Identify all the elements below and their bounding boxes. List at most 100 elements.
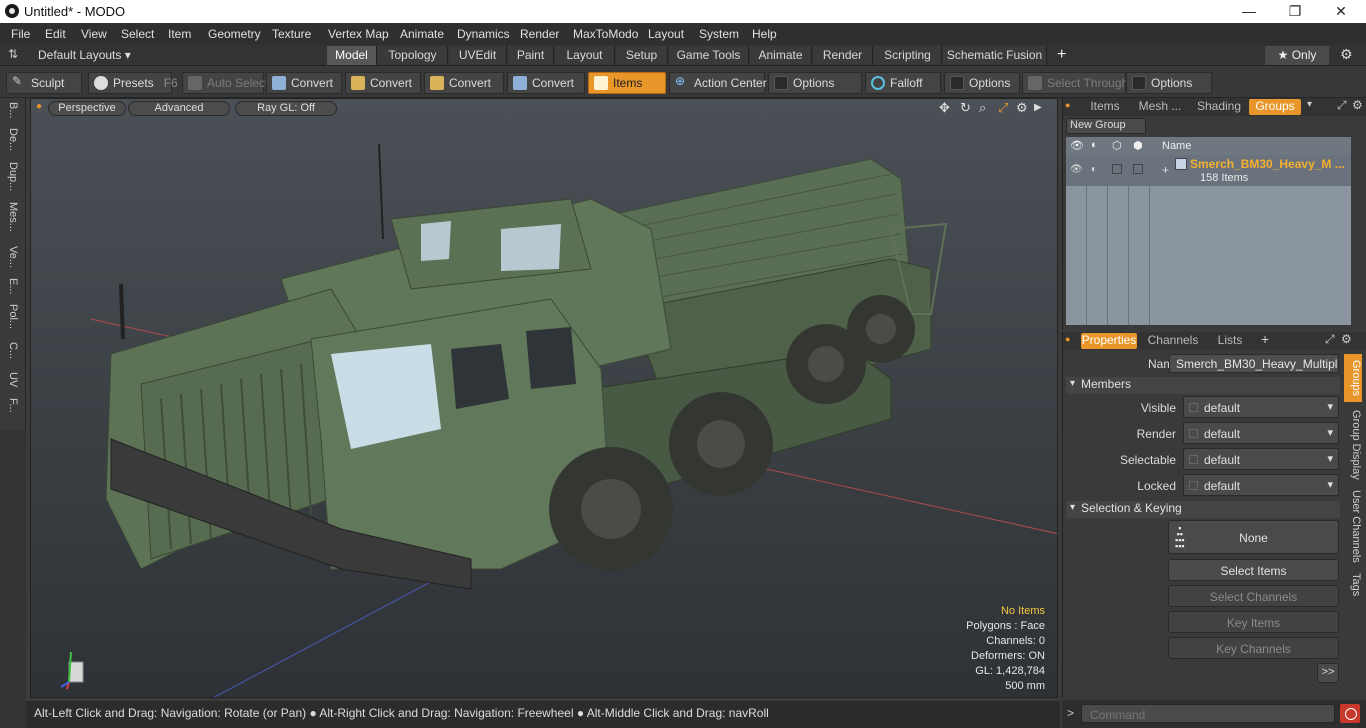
- tab-paint[interactable]: Paint: [508, 46, 554, 65]
- members-section-header[interactable]: Members: [1066, 377, 1340, 394]
- convert-button-3[interactable]: Convert: [424, 72, 504, 94]
- menu-texture[interactable]: Texture: [272, 27, 311, 41]
- menu-edit[interactable]: Edit: [45, 27, 66, 41]
- menu-select[interactable]: Select: [121, 27, 154, 41]
- tab-lists[interactable]: Lists: [1205, 333, 1255, 349]
- zoom-icon[interactable]: ⌕: [979, 100, 986, 116]
- panel-gear-icon[interactable]: ⚙: [1352, 98, 1363, 112]
- viewport-menu-icon[interactable]: ●: [36, 101, 42, 112]
- falloff-button[interactable]: Falloff: [865, 72, 941, 94]
- left-tab-curve[interactable]: C...: [5, 342, 19, 359]
- convert-button-1[interactable]: Convert: [266, 72, 342, 94]
- vtab-tags[interactable]: Tags: [1344, 570, 1362, 600]
- tab-dropdown-icon[interactable]: ▾: [1307, 99, 1312, 110]
- add-tab-icon[interactable]: +: [1261, 331, 1269, 347]
- selection-keying-section-header[interactable]: Selection & Keying: [1066, 501, 1340, 518]
- tab-groups[interactable]: Groups: [1249, 99, 1301, 115]
- 3d-viewport[interactable]: ● Perspective Advanced Ray GL: Off ✥ ↻ ⌕…: [30, 98, 1058, 698]
- panel-menu-icon[interactable]: ●: [1065, 100, 1070, 110]
- menu-item[interactable]: Item: [168, 27, 191, 41]
- tab-channels[interactable]: Channels: [1145, 333, 1201, 349]
- tab-items[interactable]: Items: [1083, 99, 1127, 115]
- key-items-button[interactable]: Key Items: [1168, 611, 1339, 633]
- menu-render[interactable]: Render: [520, 27, 559, 41]
- panel-menu-icon[interactable]: ●: [1065, 334, 1070, 344]
- convert-button-4[interactable]: Convert: [507, 72, 585, 94]
- left-tab-fusion[interactable]: F...: [5, 398, 19, 413]
- action-center-options-button[interactable]: Options: [768, 72, 862, 94]
- menu-geometry[interactable]: Geometry: [208, 27, 261, 41]
- key-channels-button[interactable]: Key Channels: [1168, 637, 1339, 659]
- record-macro-icon[interactable]: [1340, 704, 1360, 723]
- select-through-options-button[interactable]: Options: [1126, 72, 1212, 94]
- tab-schematic-fusion[interactable]: Schematic Fusion: [943, 46, 1047, 65]
- sculpt-button[interactable]: ✎ Sculpt: [6, 72, 82, 94]
- none-button[interactable]: ▪ ▪▪ ▪▪▪ ▪▪▪ None: [1168, 520, 1339, 554]
- tab-uvedit[interactable]: UVEdit: [449, 46, 507, 65]
- auto-select-button[interactable]: Auto Select: [182, 72, 268, 94]
- convert-button-2[interactable]: Convert: [345, 72, 421, 94]
- tab-mesh[interactable]: Mesh ...: [1133, 99, 1187, 115]
- groups-list-scrollbar[interactable]: [1353, 137, 1365, 325]
- tab-render[interactable]: Render: [813, 46, 873, 65]
- command-history-icon[interactable]: >: [1067, 706, 1074, 720]
- vtab-user-channels[interactable]: User Channels: [1344, 488, 1362, 564]
- tab-game-tools[interactable]: Game Tools: [669, 46, 749, 65]
- left-tab-mesh-edit[interactable]: Mes...: [5, 202, 19, 232]
- perspective-dropdown[interactable]: Perspective: [48, 101, 126, 116]
- layout-arrows-icon[interactable]: ⇅: [8, 47, 18, 61]
- lock-checkbox[interactable]: [1112, 164, 1122, 174]
- visible-dropdown[interactable]: default: [1183, 396, 1339, 418]
- add-tab-icon[interactable]: +: [1057, 46, 1066, 64]
- raygl-toggle[interactable]: Ray GL: Off: [235, 101, 337, 116]
- menu-system[interactable]: System: [699, 27, 739, 41]
- menu-dynamics[interactable]: Dynamics: [457, 27, 510, 41]
- command-input[interactable]: [1081, 704, 1335, 723]
- panel-gear-icon[interactable]: ⚙: [1341, 332, 1352, 346]
- left-tab-deform[interactable]: De...: [5, 128, 19, 151]
- expand-arrow-icon[interactable]: ▶: [1034, 102, 1042, 113]
- rotate-view-icon[interactable]: ↻: [960, 100, 971, 116]
- render-icon[interactable]: ◐: [1091, 164, 1097, 175]
- menu-view[interactable]: View: [81, 27, 107, 41]
- tab-shading[interactable]: Shading: [1193, 99, 1245, 115]
- advanced-shading-dropdown[interactable]: Advanced: [128, 101, 230, 116]
- left-tab-duplicate[interactable]: Dup...: [5, 162, 19, 191]
- tab-topology[interactable]: Topology: [378, 46, 448, 65]
- action-center-button[interactable]: ⊕ Action Center: [669, 72, 767, 94]
- pan-icon[interactable]: ✥: [939, 100, 950, 116]
- select-through-button[interactable]: Select Through: [1022, 72, 1128, 94]
- vtab-groups[interactable]: Groups: [1344, 354, 1362, 402]
- tab-layout[interactable]: Layout: [555, 46, 615, 65]
- select-checkbox[interactable]: [1133, 164, 1143, 174]
- tab-model[interactable]: Model: [327, 46, 377, 65]
- only-toggle[interactable]: ★ Only: [1265, 46, 1329, 65]
- name-column-header[interactable]: Name: [1162, 140, 1191, 152]
- maximize-panel-icon[interactable]: ⤢: [1337, 98, 1347, 113]
- expand-icon[interactable]: +: [1162, 163, 1169, 177]
- left-tab-basic[interactable]: B...: [5, 102, 19, 119]
- tab-scripting[interactable]: Scripting: [874, 46, 942, 65]
- menu-maxtomodo[interactable]: MaxToModo: [573, 27, 638, 41]
- select-items-button[interactable]: Select Items: [1168, 559, 1339, 581]
- falloff-options-button[interactable]: Options: [944, 72, 1020, 94]
- selectable-dropdown[interactable]: default: [1183, 448, 1339, 470]
- tab-animate[interactable]: Animate: [750, 46, 812, 65]
- menu-vertex-map[interactable]: Vertex Map: [328, 27, 389, 41]
- eye-icon[interactable]: 👁: [1070, 164, 1083, 175]
- select-channels-button[interactable]: Select Channels: [1168, 585, 1339, 607]
- render-dropdown[interactable]: default: [1183, 422, 1339, 444]
- menu-animate[interactable]: Animate: [400, 27, 444, 41]
- items-mode-button[interactable]: Items: [588, 72, 666, 94]
- locked-dropdown[interactable]: default: [1183, 474, 1339, 496]
- tab-properties[interactable]: Properties: [1081, 333, 1137, 349]
- left-tab-vertex[interactable]: Ve...: [5, 246, 19, 268]
- fit-view-icon[interactable]: ⤢: [998, 100, 1008, 116]
- presets-button[interactable]: Presets F6: [88, 72, 178, 94]
- group-name-input[interactable]: Smerch_BM30_Heavy_Multiple_R: [1169, 354, 1339, 373]
- menu-help[interactable]: Help: [752, 27, 777, 41]
- vtab-group-display[interactable]: Group Display: [1344, 406, 1362, 484]
- left-tab-uv[interactable]: UV: [5, 372, 19, 387]
- more-button[interactable]: >>: [1317, 663, 1339, 683]
- gear-icon[interactable]: ⚙: [1340, 46, 1353, 63]
